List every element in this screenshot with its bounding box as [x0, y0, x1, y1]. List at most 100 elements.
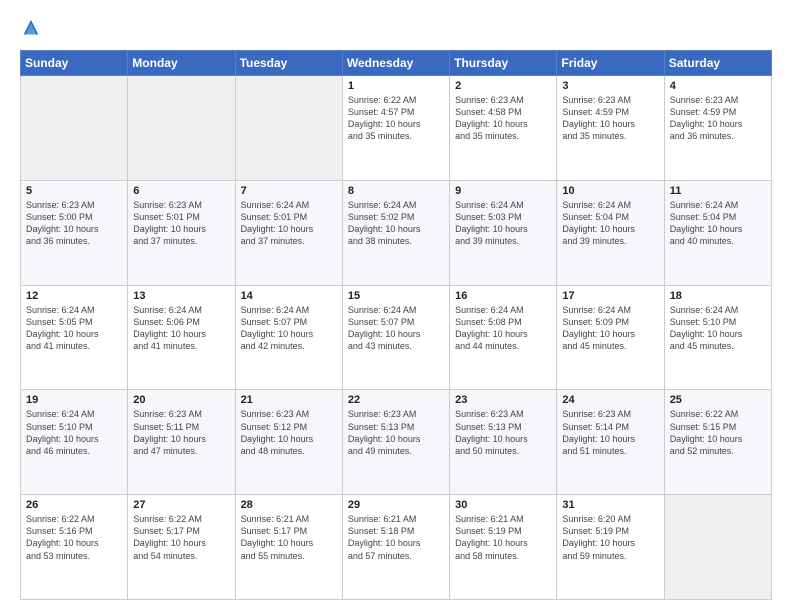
day-info: Sunrise: 6:24 AM Sunset: 5:07 PM Dayligh… — [348, 304, 444, 353]
calendar-cell: 10Sunrise: 6:24 AM Sunset: 5:04 PM Dayli… — [557, 180, 664, 285]
calendar-cell: 22 Sunrise: 6:23 AM Sunset: 5:13 PM Dayli… — [342, 390, 449, 495]
day-number: 6 — [133, 185, 229, 197]
day-info: Sunrise: 6:24 AM Sunset: 5:10 PM Dayligh… — [670, 304, 766, 353]
day-info: Sunrise: 6:23 AM Sunset: 5:01 PM Dayligh… — [133, 199, 229, 248]
calendar-cell: 6 Sunrise: 6:23 AM Sunset: 5:01 PM Daylig… — [128, 180, 235, 285]
day-number: 1 — [348, 80, 444, 92]
day-number: 17 — [562, 290, 658, 302]
day-number: 3 — [562, 80, 658, 92]
day-info: Sunrise: 6:21 AM Sunset: 5:17 PM Dayligh… — [241, 513, 337, 562]
calendar-cell — [21, 76, 128, 181]
calendar-cell: 11 Sunrise: 6:24 AM Sunset: 5:04 PM Dayli… — [664, 180, 771, 285]
calendar-header-row: SundayMondayTuesdayWednesdayThursdayFrid… — [21, 51, 772, 76]
day-number: 24 — [562, 394, 658, 406]
calendar-cell: 26 Sunrise: 6:22 AM Sunset: 5:16 PM Dayli… — [21, 495, 128, 600]
day-info: Sunrise: 6:22 AM Sunset: 5:17 PM Dayligh… — [133, 513, 229, 562]
day-info: Sunrise: 6:22 AM Sunset: 4:57 PM Dayligh… — [348, 94, 444, 143]
calendar-week-3: 12 Sunrise: 6:24 AM Sunset: 5:05 PM Dayli… — [21, 285, 772, 390]
calendar-cell: 13Sunrise: 6:24 AM Sunset: 5:06 PM Dayli… — [128, 285, 235, 390]
day-number: 31 — [562, 499, 658, 511]
day-number: 26 — [26, 499, 122, 511]
day-info: Sunrise: 6:23 AM Sunset: 5:13 PM Dayligh… — [455, 408, 551, 457]
calendar-cell: 9 Sunrise: 6:24 AM Sunset: 5:03 PM Daylig… — [450, 180, 557, 285]
day-info: Sunrise: 6:24 AM Sunset: 5:04 PM Dayligh… — [670, 199, 766, 248]
calendar-cell: 18 Sunrise: 6:24 AM Sunset: 5:10 PM Dayli… — [664, 285, 771, 390]
calendar-cell: 17 Sunrise: 6:24 AM Sunset: 5:09 PM Dayli… — [557, 285, 664, 390]
calendar-cell: 2 Sunrise: 6:23 AM Sunset: 4:58 PM Daylig… — [450, 76, 557, 181]
day-info: Sunrise: 6:24 AM Sunset: 5:03 PM Dayligh… — [455, 199, 551, 248]
day-info: Sunrise: 6:23 AM Sunset: 4:59 PM Dayligh… — [562, 94, 658, 143]
day-info: Sunrise: 6:24 AM Sunset: 5:09 PM Dayligh… — [562, 304, 658, 353]
calendar-week-1: 1 Sunrise: 6:22 AM Sunset: 4:57 PM Daylig… — [21, 76, 772, 181]
day-info: Sunrise: 6:23 AM Sunset: 5:12 PM Dayligh… — [241, 408, 337, 457]
day-info: Sunrise: 6:23 AM Sunset: 5:00 PM Dayligh… — [26, 199, 122, 248]
calendar-table: SundayMondayTuesdayWednesdayThursdayFrid… — [20, 50, 772, 600]
calendar-cell: 12 Sunrise: 6:24 AM Sunset: 5:05 PM Dayli… — [21, 285, 128, 390]
day-info: Sunrise: 6:24 AM Sunset: 5:05 PM Dayligh… — [26, 304, 122, 353]
day-number: 12 — [26, 290, 122, 302]
day-number: 5 — [26, 185, 122, 197]
calendar-cell: 15 Sunrise: 6:24 AM Sunset: 5:07 PM Dayli… — [342, 285, 449, 390]
day-number: 9 — [455, 185, 551, 197]
calendar-week-4: 19Sunrise: 6:24 AM Sunset: 5:10 PM Dayli… — [21, 390, 772, 495]
day-info: Sunrise: 6:22 AM Sunset: 5:15 PM Dayligh… — [670, 408, 766, 457]
calendar-cell: 23 Sunrise: 6:23 AM Sunset: 5:13 PM Dayli… — [450, 390, 557, 495]
calendar-cell — [664, 495, 771, 600]
day-info: Sunrise: 6:21 AM Sunset: 5:18 PM Dayligh… — [348, 513, 444, 562]
day-header-wednesday: Wednesday — [342, 51, 449, 76]
day-number: 16 — [455, 290, 551, 302]
day-number: 4 — [670, 80, 766, 92]
day-number: 21 — [241, 394, 337, 406]
day-info: Sunrise: 6:23 AM Sunset: 5:11 PM Dayligh… — [133, 408, 229, 457]
day-header-saturday: Saturday — [664, 51, 771, 76]
day-number: 13 — [133, 290, 229, 302]
calendar-cell: 1 Sunrise: 6:22 AM Sunset: 4:57 PM Daylig… — [342, 76, 449, 181]
day-header-monday: Monday — [128, 51, 235, 76]
header — [20, 18, 772, 40]
day-number: 11 — [670, 185, 766, 197]
calendar-cell — [235, 76, 342, 181]
calendar-cell: 8Sunrise: 6:24 AM Sunset: 5:02 PM Daylig… — [342, 180, 449, 285]
day-number: 15 — [348, 290, 444, 302]
day-info: Sunrise: 6:20 AM Sunset: 5:19 PM Dayligh… — [562, 513, 658, 562]
day-header-friday: Friday — [557, 51, 664, 76]
day-info: Sunrise: 6:23 AM Sunset: 4:58 PM Dayligh… — [455, 94, 551, 143]
day-info: Sunrise: 6:24 AM Sunset: 5:10 PM Dayligh… — [26, 408, 122, 457]
logo-icon — [20, 18, 42, 40]
logo — [20, 18, 46, 40]
calendar-cell: 5 Sunrise: 6:23 AM Sunset: 5:00 PM Daylig… — [21, 180, 128, 285]
calendar-cell: 27 Sunrise: 6:22 AM Sunset: 5:17 PM Dayli… — [128, 495, 235, 600]
calendar-cell: 25Sunrise: 6:22 AM Sunset: 5:15 PM Dayli… — [664, 390, 771, 495]
calendar-cell: 28 Sunrise: 6:21 AM Sunset: 5:17 PM Dayli… — [235, 495, 342, 600]
calendar-cell: 16 Sunrise: 6:24 AM Sunset: 5:08 PM Dayli… — [450, 285, 557, 390]
calendar-cell: 21 Sunrise: 6:23 AM Sunset: 5:12 PM Dayli… — [235, 390, 342, 495]
day-info: Sunrise: 6:23 AM Sunset: 5:13 PM Dayligh… — [348, 408, 444, 457]
day-number: 28 — [241, 499, 337, 511]
day-number: 18 — [670, 290, 766, 302]
day-number: 20 — [133, 394, 229, 406]
calendar-cell: 20 Sunrise: 6:23 AM Sunset: 5:11 PM Dayli… — [128, 390, 235, 495]
day-number: 29 — [348, 499, 444, 511]
day-number: 23 — [455, 394, 551, 406]
day-info: Sunrise: 6:24 AM Sunset: 5:07 PM Dayligh… — [241, 304, 337, 353]
day-info: Sunrise: 6:23 AM Sunset: 5:14 PM Dayligh… — [562, 408, 658, 457]
calendar-cell: 14 Sunrise: 6:24 AM Sunset: 5:07 PM Dayli… — [235, 285, 342, 390]
day-header-thursday: Thursday — [450, 51, 557, 76]
day-number: 2 — [455, 80, 551, 92]
day-number: 30 — [455, 499, 551, 511]
calendar-week-2: 5 Sunrise: 6:23 AM Sunset: 5:00 PM Daylig… — [21, 180, 772, 285]
calendar-cell: 4Sunrise: 6:23 AM Sunset: 4:59 PM Daylig… — [664, 76, 771, 181]
day-number: 14 — [241, 290, 337, 302]
day-header-tuesday: Tuesday — [235, 51, 342, 76]
calendar-cell: 19Sunrise: 6:24 AM Sunset: 5:10 PM Dayli… — [21, 390, 128, 495]
day-info: Sunrise: 6:24 AM Sunset: 5:08 PM Dayligh… — [455, 304, 551, 353]
calendar-cell: 3 Sunrise: 6:23 AM Sunset: 4:59 PM Daylig… — [557, 76, 664, 181]
day-number: 8 — [348, 185, 444, 197]
calendar-cell: 24 Sunrise: 6:23 AM Sunset: 5:14 PM Dayli… — [557, 390, 664, 495]
day-number: 27 — [133, 499, 229, 511]
day-info: Sunrise: 6:24 AM Sunset: 5:01 PM Dayligh… — [241, 199, 337, 248]
day-info: Sunrise: 6:22 AM Sunset: 5:16 PM Dayligh… — [26, 513, 122, 562]
day-info: Sunrise: 6:21 AM Sunset: 5:19 PM Dayligh… — [455, 513, 551, 562]
day-number: 22 — [348, 394, 444, 406]
calendar-week-5: 26 Sunrise: 6:22 AM Sunset: 5:16 PM Dayli… — [21, 495, 772, 600]
